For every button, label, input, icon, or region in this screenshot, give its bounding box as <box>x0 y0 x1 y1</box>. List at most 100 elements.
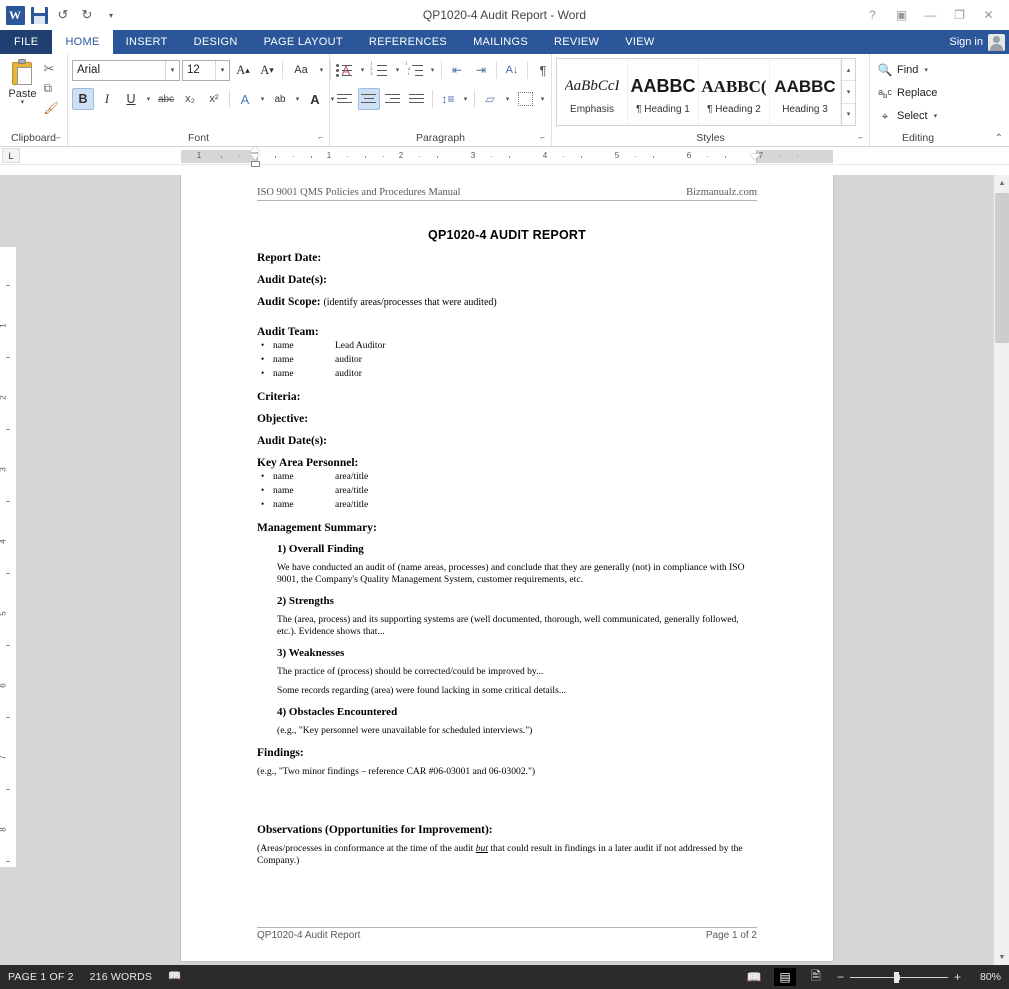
strikethrough-button[interactable]: abc <box>155 88 177 110</box>
ribbon-display-options-icon[interactable]: ▣ <box>887 2 916 28</box>
collapse-ribbon-icon[interactable]: ⌃ <box>995 133 1003 144</box>
font-name-input[interactable]: Arial ▾ <box>72 59 180 81</box>
chevron-down-icon[interactable]: ▾ <box>538 95 547 103</box>
select-button[interactable]: ⌖ Select ▾ <box>874 105 940 127</box>
chevron-down-icon[interactable]: ▾ <box>165 60 179 80</box>
chevron-down-icon[interactable]: ▾ <box>358 66 367 74</box>
chevron-down-icon[interactable]: ▾ <box>21 99 25 106</box>
sign-in-area[interactable]: Sign in <box>949 30 1009 54</box>
chevron-down-icon[interactable]: ▾ <box>258 95 267 103</box>
chevron-down-icon[interactable]: ▾ <box>934 112 938 120</box>
styles-scroll-down-icon[interactable]: ▾ <box>842 81 855 104</box>
align-right-icon[interactable] <box>382 88 404 110</box>
tab-review[interactable]: REVIEW <box>541 30 612 54</box>
copy-icon[interactable]: ⧉ <box>43 80 60 97</box>
save-icon[interactable] <box>28 4 50 26</box>
chevron-down-icon[interactable]: ▾ <box>215 60 229 80</box>
word-count[interactable]: 216 WORDS <box>90 971 152 983</box>
tab-file[interactable]: FILE <box>0 30 53 54</box>
chevron-down-icon[interactable]: ▾ <box>428 66 437 74</box>
undo-icon[interactable]: ↺ <box>52 4 74 26</box>
zoom-in-icon[interactable]: + <box>953 970 962 984</box>
shrink-font-icon[interactable]: A ▾ <box>256 59 278 81</box>
zoom-out-icon[interactable]: − <box>836 970 845 984</box>
zoom-level[interactable]: 80% <box>971 971 1001 983</box>
style-item-heading-1[interactable]: AABBC ¶ Heading 1 <box>628 59 699 125</box>
paste-button[interactable]: Paste ▾ <box>4 57 41 106</box>
decrease-indent-icon[interactable]: ⇤ <box>446 59 468 81</box>
chevron-down-icon[interactable]: ▾ <box>461 95 470 103</box>
scroll-down-icon[interactable]: ▼ <box>994 949 1009 965</box>
style-item-emphasis[interactable]: AaBbCcI Emphasis <box>557 59 628 125</box>
cut-icon[interactable]: ✂ <box>43 60 60 77</box>
style-item-heading-3[interactable]: AABBC Heading 3 <box>770 59 841 125</box>
document-page[interactable]: ISO 9001 QMS Policies and Procedures Man… <box>181 175 833 961</box>
text-effects-icon[interactable]: A <box>234 88 256 110</box>
zoom-thumb[interactable] <box>894 971 900 983</box>
styles-more-icon[interactable]: ▾ <box>842 104 855 125</box>
chevron-down-icon[interactable]: ▾ <box>393 66 402 74</box>
scrollbar-thumb[interactable] <box>995 193 1009 343</box>
zoom-track[interactable] <box>850 971 948 983</box>
numbered-list-icon[interactable]: 1 2 3 <box>369 59 391 81</box>
styles-dialog-launcher[interactable]: ⌐ <box>858 130 863 145</box>
format-painter-icon[interactable]: 🖌 <box>43 100 60 117</box>
style-item-heading-2[interactable]: AABBC( ¶ Heading 2 <box>699 59 770 125</box>
justify-icon[interactable] <box>406 88 428 110</box>
tab-design[interactable]: DESIGN <box>181 30 251 54</box>
shading-icon[interactable]: ▱ <box>479 88 501 110</box>
highlight-color-icon[interactable]: ab <box>269 88 291 110</box>
chevron-down-icon[interactable]: ▾ <box>293 95 302 103</box>
change-case-icon[interactable]: Aa <box>287 59 315 81</box>
subscript-button[interactable]: x₂ <box>179 88 201 110</box>
tab-mailings[interactable]: MAILINGS <box>460 30 541 54</box>
tab-stop-selector[interactable]: L <box>2 148 20 163</box>
font-color-icon[interactable]: A <box>304 88 326 110</box>
align-left-icon[interactable] <box>334 88 356 110</box>
restore-icon[interactable]: ❐ <box>945 2 974 28</box>
bullet-list-icon[interactable] <box>334 59 356 81</box>
tab-page-layout[interactable]: PAGE LAYOUT <box>251 30 356 54</box>
first-line-indent-marker[interactable] <box>250 146 260 152</box>
redo-icon[interactable]: ↻ <box>76 4 98 26</box>
increase-indent-icon[interactable]: ⇥ <box>470 59 492 81</box>
replace-button[interactable]: abc Replace <box>874 82 940 104</box>
align-center-icon[interactable] <box>358 88 380 110</box>
superscript-button[interactable]: x² <box>203 88 225 110</box>
word-app-icon[interactable]: W <box>4 4 26 26</box>
read-mode-icon[interactable]: 📖 <box>743 968 765 986</box>
tab-view[interactable]: VIEW <box>612 30 667 54</box>
vertical-scrollbar[interactable]: ▲ ▼ <box>993 175 1009 965</box>
hanging-indent-marker[interactable] <box>250 154 260 160</box>
styles-scroll-up-icon[interactable]: ▴ <box>842 59 855 82</box>
multilevel-list-icon[interactable]: 1 a i <box>404 59 426 81</box>
page-indicator[interactable]: PAGE 1 OF 2 <box>8 971 74 983</box>
minimize-icon[interactable]: — <box>916 2 945 28</box>
line-spacing-icon[interactable]: ↕≡ <box>437 88 459 110</box>
scroll-up-icon[interactable]: ▲ <box>994 175 1009 191</box>
show-formatting-marks-icon[interactable]: ¶ <box>532 59 554 81</box>
borders-icon[interactable] <box>514 88 536 110</box>
chevron-down-icon[interactable]: ▾ <box>503 95 512 103</box>
sort-icon[interactable]: A↓ <box>501 59 523 81</box>
font-dialog-launcher[interactable]: ⌐ <box>318 130 323 145</box>
chevron-down-icon[interactable]: ▾ <box>144 95 153 103</box>
proofing-icon[interactable]: 📖 <box>168 969 184 985</box>
italic-button[interactable]: I <box>96 88 118 110</box>
tab-insert[interactable]: INSERT <box>113 30 181 54</box>
paragraph-dialog-launcher[interactable]: ⌐ <box>540 130 545 145</box>
web-layout-icon[interactable]: 🖹 <box>805 968 827 986</box>
chevron-down-icon[interactable]: ▾ <box>317 66 326 74</box>
left-indent-marker[interactable] <box>251 161 260 167</box>
print-layout-icon[interactable]: ▤ <box>774 968 796 986</box>
zoom-slider[interactable]: − + <box>836 970 962 984</box>
document-canvas[interactable]: ISO 9001 QMS Policies and Procedures Man… <box>16 175 1009 965</box>
find-button[interactable]: 🔍 Find ▾ <box>874 59 940 81</box>
clipboard-dialog-launcher[interactable]: ⌐ <box>56 130 61 145</box>
tab-references[interactable]: REFERENCES <box>356 30 460 54</box>
grow-font-icon[interactable]: A ▴ <box>232 59 254 81</box>
bold-button[interactable]: B <box>72 88 94 110</box>
close-icon[interactable]: ✕ <box>974 2 1003 28</box>
qat-customize-icon[interactable]: ▾ <box>100 4 122 26</box>
right-indent-marker[interactable] <box>750 154 760 160</box>
